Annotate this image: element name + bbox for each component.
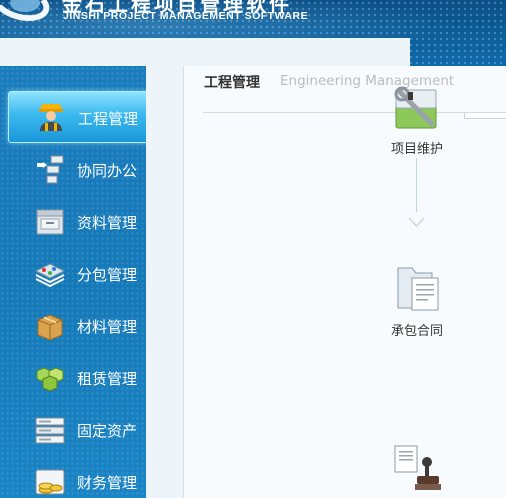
box-icon — [34, 310, 66, 342]
arrow-down-icon — [408, 212, 425, 227]
cabinet-icon — [34, 206, 66, 238]
sidebar-item-label: 固定资产 — [77, 422, 138, 440]
network-icon — [34, 154, 66, 186]
sidebar-item-label: 财务管理 — [77, 474, 138, 492]
page-title: 工程管理 — [204, 75, 260, 91]
sidebar-item-fixed-assets[interactable]: 固定资产 — [8, 404, 146, 456]
app-title-en: JINSHI PROJECT MANAGEMENT SOFTWARE — [63, 10, 309, 22]
sidebar-item-engineering[interactable]: 工程管理 — [8, 91, 146, 143]
coins-icon — [34, 466, 66, 498]
sidebar-item-label: 材料管理 — [77, 318, 138, 336]
worker-icon — [35, 101, 67, 133]
sidebar-item-finance[interactable]: 财务管理 — [8, 456, 146, 498]
folder-icon — [392, 262, 442, 314]
sidebar-item-label: 租赁管理 — [77, 370, 138, 388]
sidebar-item-collaboration[interactable]: 协同办公 — [8, 144, 146, 196]
flow-connector — [464, 113, 506, 119]
flow-node-stamp[interactable] — [377, 444, 457, 498]
flow-node-label: 承包合同 — [390, 324, 443, 339]
sidebar-item-label: 资料管理 — [77, 214, 138, 232]
header-strip — [0, 38, 410, 66]
sidebar: 工程管理 协同办公 资料管理 分包管理 材料管理 租赁管理 固定资产 财务管理 — [0, 66, 146, 498]
sidebar-item-materials[interactable]: 材料管理 — [8, 300, 146, 352]
server-icon — [34, 414, 66, 446]
sidebar-item-subcontract[interactable]: 分包管理 — [8, 248, 146, 300]
cubes-icon — [34, 362, 66, 394]
sidebar-item-leasing[interactable]: 租赁管理 — [8, 352, 146, 404]
flow-node-contract[interactable]: 承包合同 — [377, 262, 457, 339]
layers-icon — [34, 258, 66, 290]
sidebar-item-label: 分包管理 — [77, 266, 138, 284]
flow-node-label: 项目维护 — [390, 142, 443, 157]
title-divider — [203, 112, 506, 113]
flow-line — [416, 158, 417, 212]
sidebar-item-label: 协同办公 — [77, 162, 138, 180]
sidebar-item-documents[interactable]: 资料管理 — [8, 196, 146, 248]
sidebar-item-label: 工程管理 — [78, 110, 139, 128]
flow-node-project-maintenance[interactable]: 项目维护 — [377, 86, 457, 157]
stamp-icon — [391, 444, 443, 494]
main-area: 工程管理 Engineering Management 项目维护 承包合同 — [146, 66, 506, 498]
content-panel: 工程管理 Engineering Management 项目维护 承包合同 — [183, 66, 506, 498]
wrench-icon — [392, 86, 442, 132]
